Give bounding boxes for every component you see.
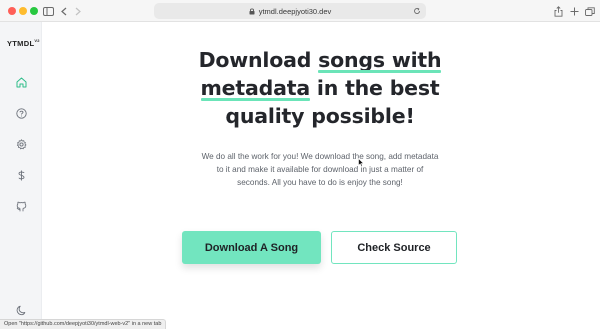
gear-icon[interactable] xyxy=(15,138,27,150)
home-icon[interactable] xyxy=(15,76,27,88)
url-text: ytmdl.deepjyoti30.dev xyxy=(258,6,332,16)
headline-text: Download xyxy=(198,48,319,72)
mouse-cursor-icon xyxy=(358,158,364,167)
hero-description: We do all the work for you! We download … xyxy=(201,152,439,187)
share-icon[interactable] xyxy=(553,4,563,18)
forward-icon[interactable] xyxy=(74,4,82,18)
browser-toolbar: ytmdl.deepjyoti30.dev xyxy=(0,0,600,22)
moon-icon[interactable] xyxy=(15,304,27,316)
dollar-icon[interactable] xyxy=(15,169,27,181)
lock-icon xyxy=(249,8,255,14)
sidebar: YTMDLV2 xyxy=(0,22,42,329)
headline-text: quality possible! xyxy=(225,104,415,128)
check-source-button[interactable]: Check Source xyxy=(331,231,457,264)
logo-text: YTMDL xyxy=(7,39,35,48)
headline-highlight: metadata xyxy=(200,76,311,101)
page-title: Download songs with metadata in the best… xyxy=(160,46,480,130)
minimize-window-button[interactable] xyxy=(19,7,27,15)
new-tab-icon[interactable] xyxy=(569,4,579,18)
maximize-window-button[interactable] xyxy=(30,7,38,15)
reload-icon[interactable] xyxy=(412,4,422,18)
logo-version: V2 xyxy=(34,38,40,43)
app-logo[interactable]: YTMDLV2 xyxy=(7,38,40,48)
headline-text: in the best xyxy=(309,76,440,100)
back-icon[interactable] xyxy=(60,4,68,18)
github-icon[interactable] xyxy=(15,200,27,212)
tab-overview-icon[interactable] xyxy=(584,4,596,18)
headline-highlight: songs with xyxy=(318,48,442,73)
sidebar-toggle-icon[interactable] xyxy=(42,4,54,18)
question-circle-icon[interactable] xyxy=(15,107,27,119)
status-bar: Open "https://github.com/deepjyoti30/ytm… xyxy=(0,319,167,329)
address-bar[interactable]: ytmdl.deepjyoti30.dev xyxy=(154,3,426,19)
download-song-button[interactable]: Download A Song xyxy=(182,231,321,264)
close-window-button[interactable] xyxy=(8,7,16,15)
